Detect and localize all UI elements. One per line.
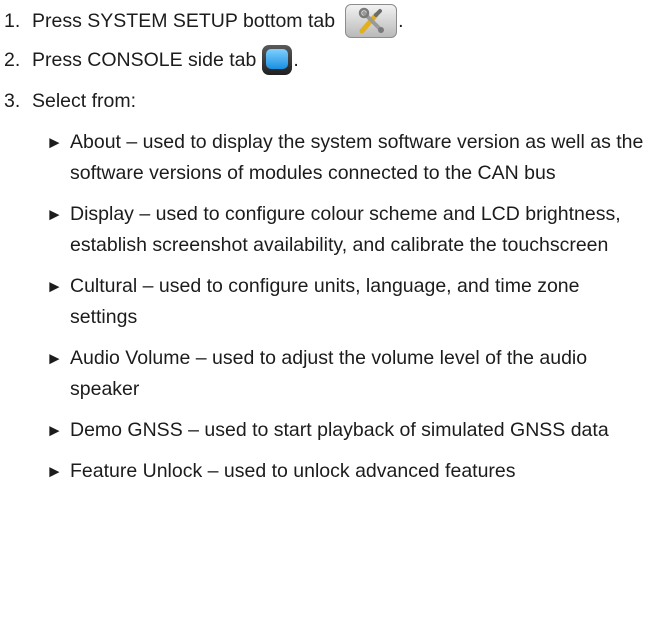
options-list: ► About – used to display the system sof… — [46, 127, 650, 497]
list-item: ► Cultural – used to configure units, la… — [46, 271, 650, 333]
bullet-arrow-icon: ► — [46, 277, 63, 296]
step-text: Press SYSTEM SETUP bottom tab — [32, 10, 336, 32]
bullet-arrow-icon: ► — [46, 349, 63, 368]
list-item-text: About – used to display the system softw… — [70, 131, 644, 184]
list-item: ► Audio Volume – used to adjust the volu… — [46, 343, 650, 405]
step-suffix: . — [398, 10, 404, 32]
list-item-text: Cultural – used to configure units, lang… — [70, 275, 580, 328]
list-item-text: Demo GNSS – used to start playback of si… — [70, 419, 609, 441]
bullet-arrow-icon: ► — [46, 462, 63, 481]
bullet-arrow-icon: ► — [46, 205, 63, 224]
console-tab-icon — [262, 45, 293, 75]
step-number: 3. — [4, 90, 21, 112]
bullet-arrow-icon: ► — [46, 421, 63, 440]
list-item-text: Display – used to configure colour schem… — [70, 203, 621, 256]
bullet-arrow-icon: ► — [46, 133, 63, 152]
step-suffix: . — [293, 49, 299, 71]
step-number: 1. — [4, 10, 21, 32]
step-text: Select from: — [32, 90, 137, 112]
step-2: 2. Press CONSOLE side tab . — [4, 45, 299, 75]
list-item: ► Demo GNSS – used to start playback of … — [46, 415, 650, 446]
step-3: 3. Select from: — [4, 86, 136, 116]
list-item: ► Feature Unlock – used to unlock advanc… — [46, 456, 650, 487]
list-item: ► About – used to display the system sof… — [46, 127, 650, 189]
step-1: 1. Press SYSTEM SETUP bottom tab . — [4, 4, 404, 38]
list-item: ► Display – used to configure colour sch… — [46, 199, 650, 261]
list-item-text: Audio Volume – used to adjust the volume… — [70, 347, 588, 400]
list-item-text: Feature Unlock – used to unlock advanced… — [70, 460, 516, 482]
step-number: 2. — [4, 49, 21, 71]
step-text: Press CONSOLE side tab — [32, 49, 257, 71]
system-setup-tools-icon — [345, 4, 398, 38]
